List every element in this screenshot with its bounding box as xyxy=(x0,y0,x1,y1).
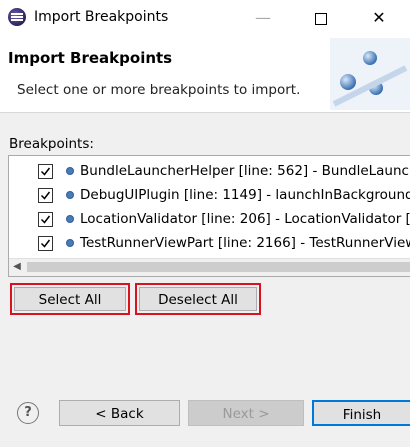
item-label: LocationValidator [line: 206] - Location… xyxy=(80,211,410,227)
breakpoint-icon xyxy=(66,167,74,175)
list-item[interactable]: BundleLauncherHelper [line: 562] - Bundl… xyxy=(9,160,410,184)
next-button[interactable]: Next > xyxy=(188,400,304,426)
window-title: Import Breakpoints xyxy=(34,9,169,25)
item-label: TestRunnerViewPart [line: 2166] - TestRu… xyxy=(80,235,410,251)
breakpoint-icon xyxy=(66,215,74,223)
wizard-header: Import Breakpoints Select one or more br… xyxy=(0,36,410,113)
item-checkbox[interactable] xyxy=(38,188,53,203)
breakpoints-list[interactable]: BundleLauncherHelper [line: 562] - Bundl… xyxy=(8,155,410,277)
close-button[interactable]: ✕ xyxy=(356,0,402,36)
item-label: BundleLauncherHelper [line: 562] - Bundl… xyxy=(80,163,410,179)
item-label: DebugUIPlugin [line: 1149] - launchInBac… xyxy=(80,187,410,203)
list-item[interactable]: TestRunnerViewPart [line: 2166] - TestRu… xyxy=(9,232,410,256)
item-checkbox[interactable] xyxy=(38,164,53,179)
item-checkbox[interactable] xyxy=(38,236,53,251)
breakpoint-banner-icon xyxy=(330,38,410,110)
scroll-thumb[interactable] xyxy=(27,262,410,272)
item-checkbox[interactable] xyxy=(38,212,53,227)
scroll-left-arrow-icon[interactable]: ◀ xyxy=(11,261,23,273)
page-title: Import Breakpoints xyxy=(8,49,173,67)
title-bar: Import Breakpoints — ✕ xyxy=(0,0,410,36)
select-all-button[interactable]: Select All xyxy=(14,287,126,311)
page-description: Select one or more breakpoints to import… xyxy=(17,82,301,98)
breakpoint-icon xyxy=(66,239,74,247)
eclipse-icon xyxy=(8,8,26,26)
list-item[interactable]: LocationValidator [line: 206] - Location… xyxy=(9,208,410,232)
breakpoint-icon xyxy=(66,191,74,199)
finish-button[interactable]: Finish xyxy=(312,400,410,426)
deselect-all-button[interactable]: Deselect All xyxy=(139,287,257,311)
minimize-button[interactable]: — xyxy=(240,0,286,36)
horizontal-scrollbar[interactable]: ◀ xyxy=(9,258,410,276)
help-icon[interactable]: ? xyxy=(17,402,39,424)
maximize-button[interactable] xyxy=(298,0,344,36)
breakpoints-label: Breakpoints: xyxy=(9,136,94,152)
back-button[interactable]: < Back xyxy=(59,400,180,426)
list-item[interactable]: DebugUIPlugin [line: 1149] - launchInBac… xyxy=(9,184,410,208)
